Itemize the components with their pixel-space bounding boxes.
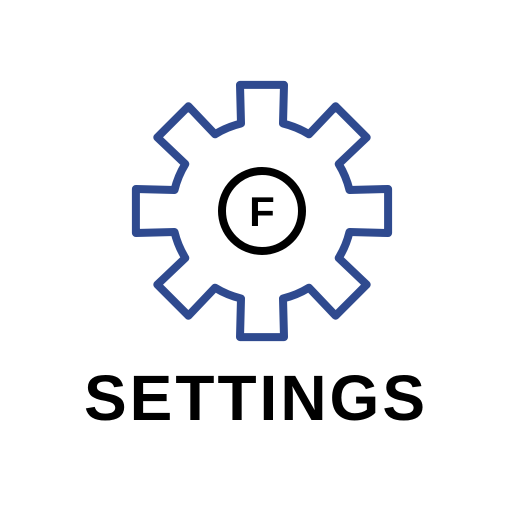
gear-icon: F — [0, 0, 512, 360]
settings-splash: F SETTINGS — [0, 0, 512, 512]
page-title: SETTINGS — [83, 362, 429, 434]
badge-letter: F — [249, 188, 275, 235]
